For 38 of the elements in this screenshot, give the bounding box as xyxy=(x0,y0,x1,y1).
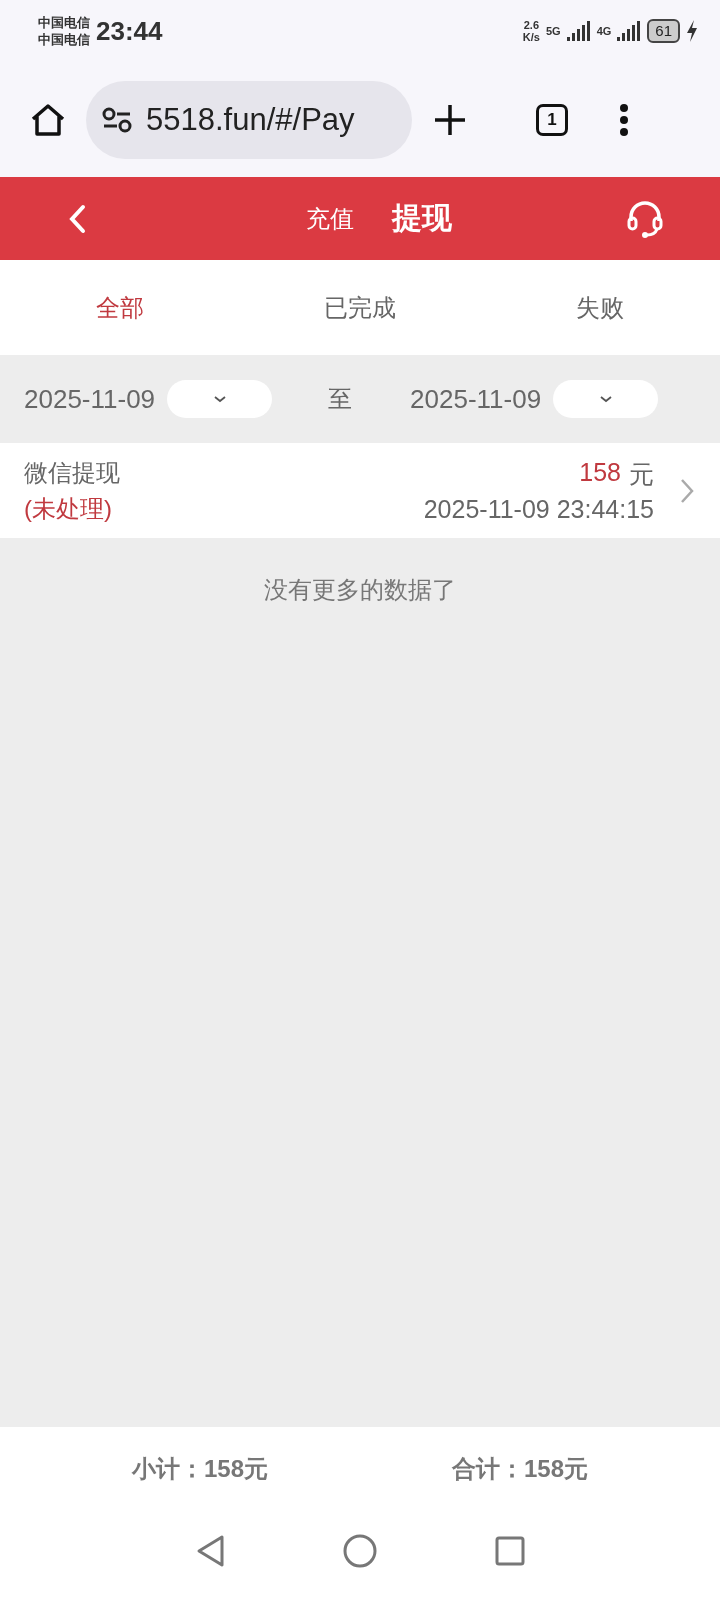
record-time: 2025-11-09 23:44:15 xyxy=(423,494,654,524)
chevron-right-icon xyxy=(680,477,694,504)
carrier-name: 中国电信 xyxy=(38,14,90,31)
record-title: 微信提现 xyxy=(24,457,120,488)
carrier-name: 中国电信 xyxy=(38,31,90,48)
network-type: 4G xyxy=(596,25,612,37)
signal-icon xyxy=(617,21,642,41)
clock: 23:44 xyxy=(96,15,163,47)
record-row[interactable]: 微信提现 (未处理) 158 元 2025-11-09 23:44:15 xyxy=(0,443,720,538)
filter-tab[interactable]: 已完成 xyxy=(240,260,480,355)
net-speed: 2.6 xyxy=(523,19,539,31)
back-icon[interactable] xyxy=(68,203,86,234)
currency-unit: 元 xyxy=(629,458,654,490)
record-status: (未处理) xyxy=(24,493,112,524)
url-text: 5518.fun/#/Pay xyxy=(146,101,355,138)
caret-icon[interactable] xyxy=(212,395,227,403)
subtotal: 小计：158元 xyxy=(131,1453,268,1484)
network-type: 5G xyxy=(545,25,561,37)
end-date: 2025-11-09 xyxy=(410,383,542,415)
charging-icon xyxy=(686,20,698,42)
start-date: 2025-11-09 xyxy=(24,383,156,415)
filter-tab[interactable]: 全部 xyxy=(0,260,240,355)
range-separator: 至 xyxy=(328,384,353,414)
total: 合计：158元 xyxy=(451,1453,588,1484)
header-tab[interactable]: 充值 xyxy=(305,202,354,235)
address-bar[interactable]: 5518.fun/#/Pay xyxy=(86,80,412,159)
caret-icon[interactable] xyxy=(598,395,613,403)
site-settings-icon[interactable] xyxy=(102,106,132,133)
header-tab[interactable]: 提现 xyxy=(391,198,452,239)
support-button[interactable] xyxy=(625,198,665,239)
end-message: 没有更多的数据了 xyxy=(264,576,456,603)
battery-level: 61 xyxy=(647,19,680,43)
tab-count-button[interactable]: 1 xyxy=(536,103,568,136)
filter-tab[interactable]: 失败 xyxy=(480,260,720,355)
menu-icon[interactable] xyxy=(619,102,629,137)
signal-icon xyxy=(566,21,591,41)
record-amount: 158 xyxy=(579,457,621,488)
net-unit: K/s xyxy=(522,31,540,43)
